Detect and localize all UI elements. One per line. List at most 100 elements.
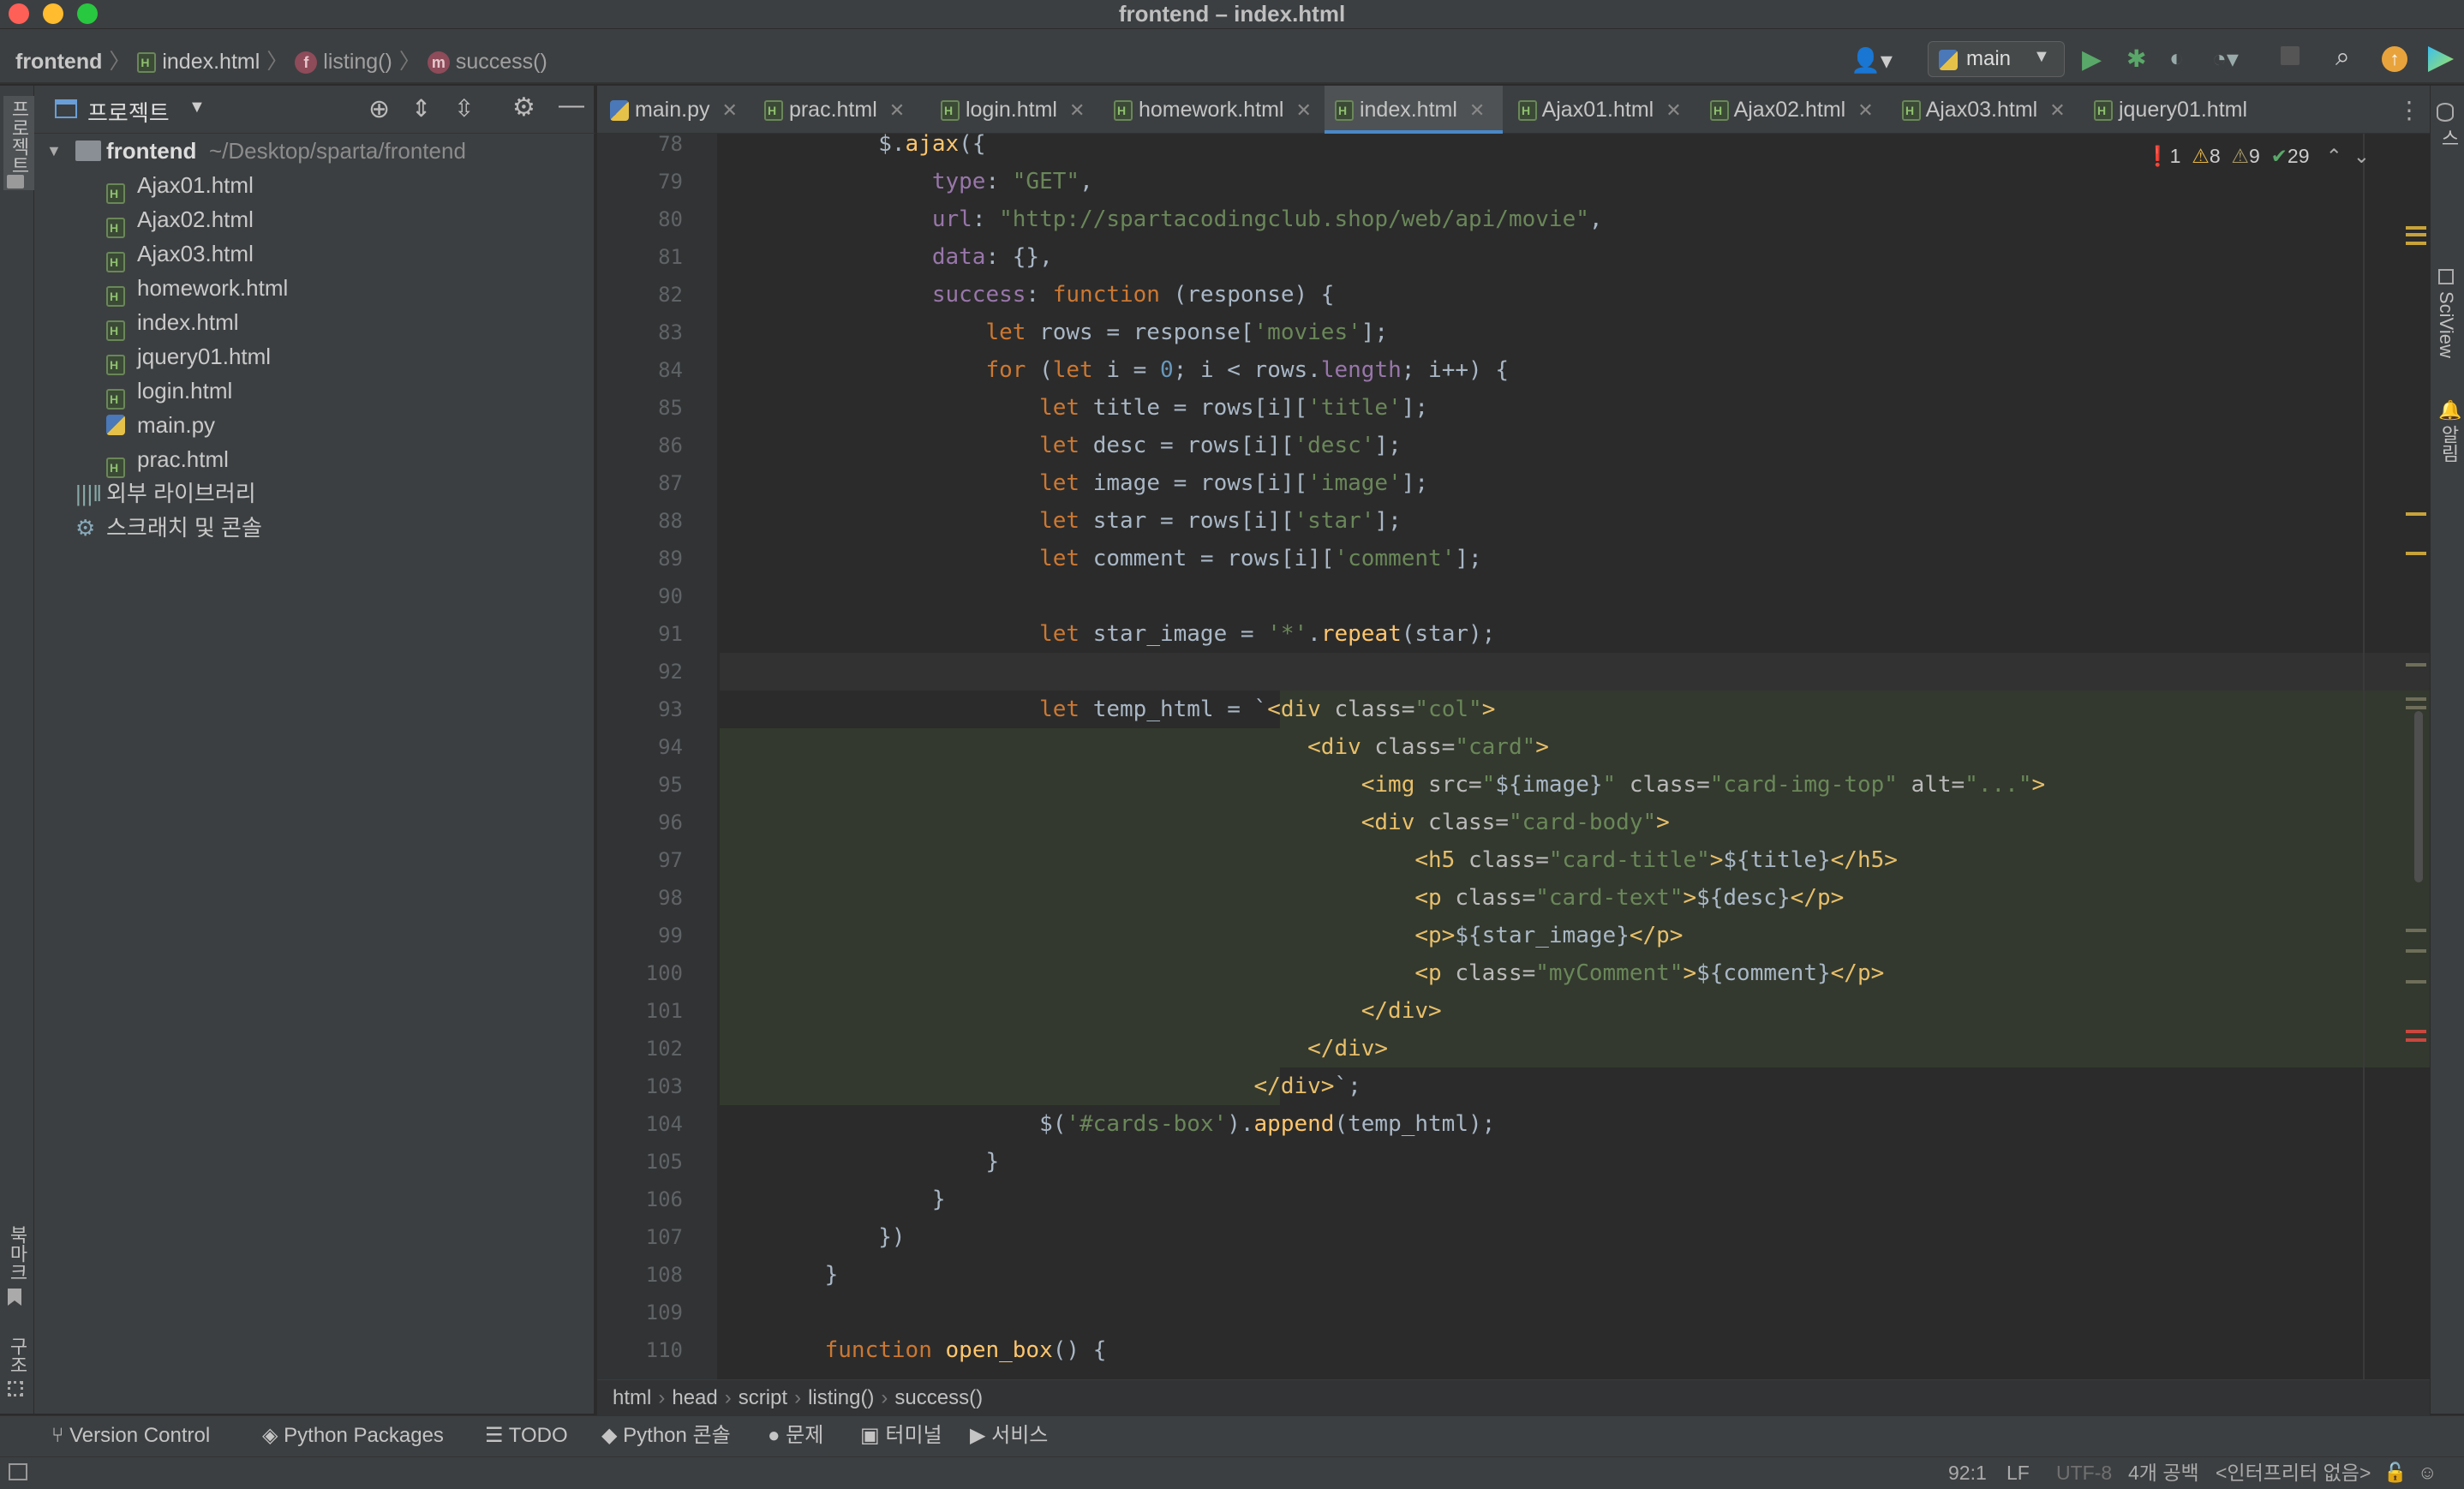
- tool-terminal[interactable]: ▣ 터미널: [860, 1415, 942, 1456]
- toggle-tool-windows-icon[interactable]: [9, 1463, 27, 1480]
- code-line[interactable]: <div class="card-body">: [771, 804, 1670, 841]
- tree-root[interactable]: ▼ frontend ~/Desktop/sparta/frontend: [34, 134, 595, 168]
- project-panel-title[interactable]: 프로젝트: [87, 96, 170, 128]
- tool-version-control[interactable]: ⑂ Version Control: [51, 1415, 210, 1456]
- search-icon[interactable]: ⌕: [2335, 43, 2350, 72]
- line-separator[interactable]: LF: [2006, 1456, 2030, 1489]
- tool-services[interactable]: ▶ 서비스: [970, 1415, 1048, 1456]
- tool-python-packages[interactable]: ◈ Python Packages: [262, 1415, 444, 1456]
- tab-ajax02-html[interactable]: Ajax02.html ✕: [1700, 86, 1888, 134]
- lock-icon[interactable]: 🔓: [2383, 1456, 2407, 1489]
- notifications-tool-button[interactable]: 알림: [2435, 425, 2462, 468]
- code-line[interactable]: type: "GET",: [771, 163, 1093, 200]
- tree-file[interactable]: login.html: [34, 374, 595, 410]
- code-line[interactable]: <h5 class="card-title">${title}</h5>: [771, 841, 1898, 879]
- code-line[interactable]: for (let i = 0; i < rows.length; i++) {: [771, 351, 1509, 389]
- tool-python-console[interactable]: ◆ Python 콘솔: [601, 1415, 731, 1456]
- code-line[interactable]: </div>`;: [771, 1067, 1361, 1105]
- code-line[interactable]: let star = rows[i]['star'];: [771, 502, 1402, 540]
- tree-file[interactable]: jquery01.html: [34, 339, 595, 376]
- more-tabs-icon[interactable]: ⋮: [2397, 96, 2421, 124]
- tab-jquery01-html[interactable]: jquery01.html: [2084, 86, 2298, 134]
- stop-icon[interactable]: [2281, 46, 2300, 65]
- nav-project[interactable]: frontend: [15, 50, 102, 74]
- code-line[interactable]: function open_box() {: [771, 1331, 1107, 1369]
- hide-panel-icon[interactable]: —: [559, 91, 584, 120]
- caret-position[interactable]: 92:1: [1948, 1456, 1987, 1489]
- code-line[interactable]: let desc = rows[i]['desc'];: [771, 427, 1402, 464]
- tool-todo[interactable]: ☰ TODO: [485, 1415, 568, 1456]
- close-icon[interactable]: ✕: [1666, 99, 1681, 121]
- notifications-icon[interactable]: ☺: [2418, 1456, 2437, 1489]
- locate-icon[interactable]: ⊕: [368, 94, 390, 124]
- interpreter-selector[interactable]: <인터프리터 없음>: [2216, 1456, 2371, 1489]
- code-line[interactable]: url: "http://spartacodingclub.shop/web/a…: [771, 200, 1603, 238]
- breadcrumb-item[interactable]: script: [739, 1386, 787, 1409]
- debug-icon[interactable]: ✱: [2126, 45, 2146, 73]
- tree-file[interactable]: Ajax03.html: [34, 236, 595, 273]
- code-line[interactable]: let comment = rows[i]['comment'];: [771, 540, 1482, 577]
- nav-file[interactable]: index.html: [162, 50, 260, 74]
- tree-scratches[interactable]: ⚙ 스크래치 및 콘솔: [34, 511, 595, 545]
- breadcrumb-item[interactable]: listing(): [808, 1386, 874, 1409]
- tool-problems[interactable]: ● 문제: [768, 1415, 823, 1456]
- chevron-up-icon[interactable]: ⌃: [2326, 145, 2342, 167]
- code-line[interactable]: }: [771, 1143, 999, 1181]
- close-icon[interactable]: ✕: [889, 99, 905, 121]
- code-line[interactable]: <p>${star_image}</p>: [771, 917, 1683, 954]
- close-icon[interactable]: ✕: [722, 99, 738, 121]
- code-line[interactable]: <div class="card">: [771, 728, 1549, 766]
- close-icon[interactable]: ✕: [1857, 99, 1873, 121]
- close-icon[interactable]: ✕: [2049, 99, 2065, 121]
- code-line[interactable]: let image = rows[i]['image'];: [771, 464, 1428, 502]
- code-line[interactable]: <p class="myComment">${comment}</p>: [771, 954, 1884, 992]
- run-icon[interactable]: ▶: [2082, 45, 2102, 75]
- breadcrumb-item[interactable]: html: [613, 1386, 651, 1409]
- tab-index-html[interactable]: index.html ✕: [1325, 86, 1503, 134]
- code-line[interactable]: $.ajax({: [771, 125, 985, 163]
- tree-file[interactable]: Ajax02.html: [34, 202, 595, 239]
- sciview-tool-button[interactable]: SciView: [2435, 291, 2457, 386]
- tab-ajax01-html[interactable]: Ajax01.html ✕: [1508, 86, 1696, 134]
- scrollbar-thumb[interactable]: [2414, 711, 2423, 882]
- collapse-all-icon[interactable]: ⇳: [454, 94, 474, 123]
- code-line[interactable]: data: {},: [771, 238, 1053, 276]
- tree-external-libraries[interactable]: |||‖ 외부 라이브러리: [34, 476, 595, 511]
- structure-tool-button[interactable]: 구조: [3, 1337, 31, 1379]
- code-line[interactable]: let title = rows[i]['title'];: [771, 389, 1428, 427]
- code-line[interactable]: <img src="${image}" class="card-img-top"…: [771, 766, 2045, 804]
- update-icon[interactable]: ↑: [2382, 46, 2407, 72]
- code-line[interactable]: let star_image = '*'.repeat(star);: [771, 615, 1495, 653]
- breadcrumb-item[interactable]: success(): [894, 1386, 983, 1409]
- inspection-widget[interactable]: ❗1 ⚠8 ⚠9 ✔29 ⌃ ⌄: [2145, 142, 2370, 170]
- tree-file[interactable]: prac.html: [34, 442, 595, 479]
- close-icon[interactable]: ✕: [1469, 99, 1485, 121]
- bookmarks-tool-button[interactable]: 북마크: [3, 1225, 31, 1285]
- run-config-selector[interactable]: main ▼: [1928, 41, 2065, 77]
- nav-function-listing[interactable]: listing(): [323, 50, 392, 74]
- code-line[interactable]: $('#cards-box').append(temp_html);: [771, 1105, 1495, 1143]
- chevron-down-icon[interactable]: ▼: [188, 98, 206, 117]
- file-encoding[interactable]: UTF-8: [2056, 1456, 2112, 1489]
- code-line[interactable]: <p class="card-text">${desc}</p>: [771, 879, 1844, 917]
- code-line[interactable]: let rows = response['movies'];: [771, 314, 1388, 351]
- code-line[interactable]: }: [771, 1256, 839, 1294]
- code-line[interactable]: </div>: [771, 1030, 1388, 1067]
- tab-ajax03-html[interactable]: Ajax03.html ✕: [1892, 86, 2080, 134]
- code-line[interactable]: let temp_html = `<div class="col">: [771, 691, 1495, 728]
- close-icon[interactable]: ✕: [1295, 99, 1311, 121]
- tab-homework-html[interactable]: homework.html ✕: [1103, 86, 1323, 134]
- chevron-down-icon[interactable]: ⌄: [2353, 145, 2370, 167]
- tree-file[interactable]: Ajax01.html: [34, 168, 595, 205]
- database-tool-button[interactable]: 데이터베이스: [2435, 129, 2464, 240]
- profile-icon[interactable]: ◔▾: [2212, 45, 2239, 73]
- close-icon[interactable]: ✕: [1069, 99, 1085, 121]
- tree-file[interactable]: main.py: [34, 408, 595, 442]
- code-line[interactable]: </div>: [771, 992, 1442, 1030]
- indent-setting[interactable]: 4개 공백: [2128, 1456, 2199, 1489]
- code-line[interactable]: success: function (response) {: [771, 276, 1335, 314]
- code-line[interactable]: }: [771, 1181, 946, 1218]
- nav-function-success[interactable]: success(): [456, 50, 547, 74]
- user-icon[interactable]: 👤▾: [1851, 46, 1893, 75]
- expand-all-icon[interactable]: ⇕: [411, 94, 431, 123]
